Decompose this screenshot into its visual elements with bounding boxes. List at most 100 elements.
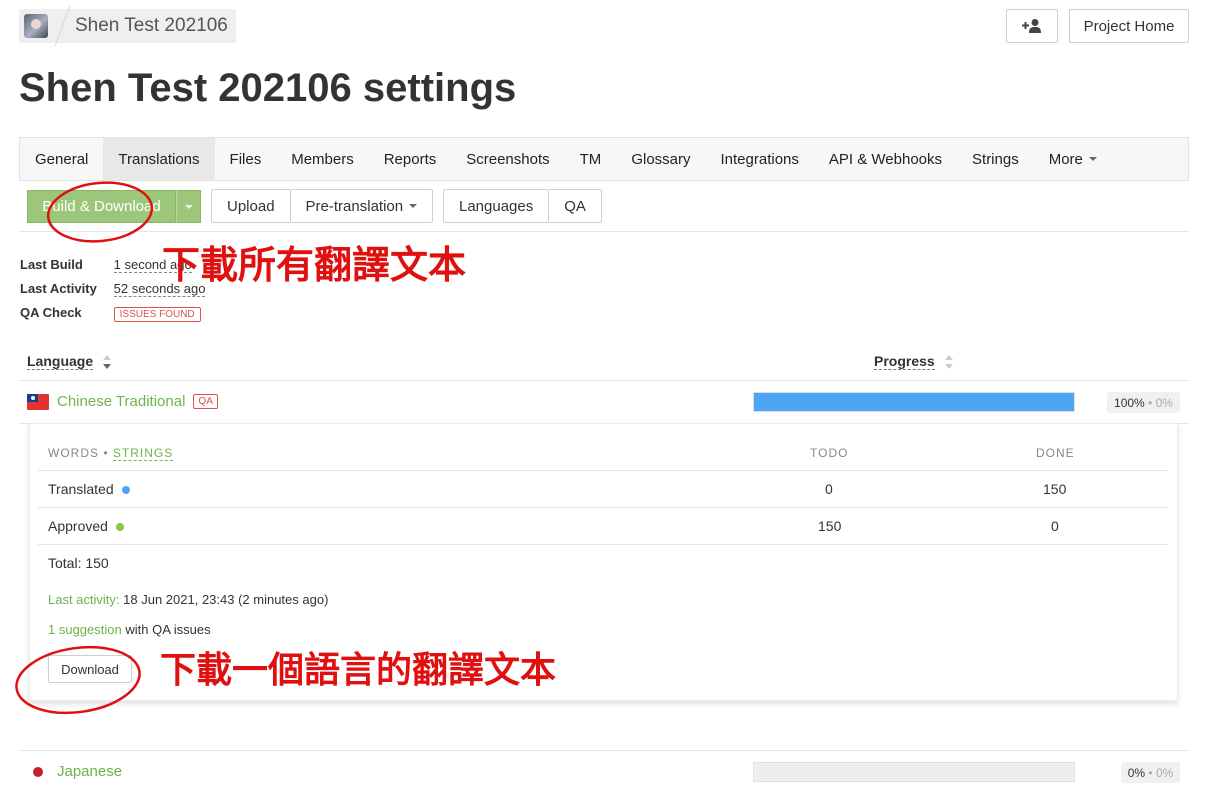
last-activity-label: Last Activity (20, 281, 97, 296)
tab-label: Files (229, 150, 262, 168)
progress-fill (754, 393, 1074, 411)
separator: • (1148, 765, 1153, 780)
caret-down-icon (184, 204, 193, 209)
qa-badge[interactable]: QA (193, 394, 218, 409)
tab-api-webhooks[interactable]: API & Webhooks (814, 138, 957, 180)
translated-todo: 0 (825, 481, 833, 497)
pretranslation-button[interactable]: Pre-translation (290, 189, 434, 223)
tab-more[interactable]: More (1034, 138, 1112, 180)
approved-todo: 150 (818, 518, 842, 534)
build-download-dropdown-toggle[interactable] (176, 190, 201, 223)
annotation-note-build: 下載所有翻譯文本 (162, 243, 466, 287)
language-link[interactable]: Japanese (57, 763, 122, 780)
approved-percent: 0% (1155, 395, 1173, 410)
translated-percent: 100% (1114, 395, 1145, 410)
breadcrumb: Shen Test 202106 (19, 6, 236, 46)
tab-label: Members (291, 150, 354, 168)
approved-percent: 0% (1155, 765, 1174, 780)
tab-strings[interactable]: Strings (957, 138, 1034, 180)
words-strings-toggle: WORDS • STRINGS (48, 446, 174, 461)
tab-integrations[interactable]: Integrations (706, 138, 814, 180)
person-plus-icon (1022, 19, 1041, 33)
green-dot-icon (115, 523, 124, 532)
build-download-group: Build & Download (27, 190, 201, 223)
divider (38, 507, 1168, 508)
page-title: Shen Test 202106 settings (19, 66, 517, 110)
tab-label: Translations (118, 150, 200, 168)
language-link[interactable]: Chinese Traditional (57, 393, 185, 410)
tab-label: Reports (383, 150, 437, 168)
qa-check-label: QA Check (20, 305, 82, 320)
progress-bar (753, 392, 1075, 412)
issues-found-badge[interactable]: ISSUES FOUND (113, 307, 201, 322)
language-detail-panel (29, 423, 1178, 701)
language-column-header[interactable]: Language (27, 353, 112, 370)
last-build-label: Last Build (20, 257, 83, 272)
languages-qa-group: Languages QA (443, 189, 602, 223)
language-header-label: Language (27, 353, 94, 370)
divider (38, 470, 1168, 471)
add-member-button[interactable] (1006, 9, 1058, 43)
qa-button[interactable]: QA (549, 189, 602, 223)
taiwan-flag-icon (27, 393, 49, 410)
translated-done: 150 (1043, 481, 1067, 497)
tab-label: General (35, 150, 89, 168)
percent-badge: 100% • 0% (1107, 392, 1180, 413)
tab-label: TM (579, 150, 602, 168)
tab-general[interactable]: General (20, 138, 103, 180)
language-row-chinese-traditional: Chinese Traditional QA (27, 393, 218, 410)
last-activity-detail-value: 18 Jun 2021, 23:43 (2 minutes ago) (123, 592, 329, 607)
language-row-japanese: Japanese (27, 763, 122, 780)
last-build-row: Last Build 1 second ago (20, 257, 192, 273)
approved-done: 0 (1051, 518, 1059, 534)
tab-label: Screenshots (466, 150, 550, 168)
tab-reports[interactable]: Reports (369, 138, 452, 180)
translated-percent: 0% (1127, 765, 1146, 780)
settings-tabs: General Translations Files Members Repor… (19, 137, 1189, 181)
upload-pretranslation-group: Upload Pre-translation (211, 189, 434, 223)
tab-label: API & Webhooks (828, 150, 943, 168)
breadcrumb-project-name[interactable]: Shen Test 202106 (75, 15, 228, 37)
suggestion-line: 1 suggestion with QA issues (48, 622, 211, 637)
japan-flag-icon (27, 764, 49, 780)
last-activity-detail-label: Last activity: (48, 592, 120, 607)
tab-screenshots[interactable]: Screenshots (451, 138, 564, 180)
last-activity-line: Last activity: 18 Jun 2021, 23:43 (2 min… (48, 592, 328, 607)
divider (19, 750, 1189, 751)
suggestion-text: with QA issues (125, 622, 211, 637)
last-build-value: 1 second ago (113, 257, 192, 273)
pretranslation-label: Pre-translation (305, 197, 404, 215)
sort-icon (944, 354, 953, 369)
tab-glossary[interactable]: Glossary (616, 138, 705, 180)
suggestion-link[interactable]: 1 suggestion (48, 622, 122, 637)
row-label: Approved (48, 518, 108, 534)
tab-translations[interactable]: Translations (103, 138, 215, 180)
caret-down-icon (409, 204, 418, 208)
total-label: Total: 150 (48, 555, 109, 571)
words-toggle[interactable]: WORDS (48, 446, 99, 460)
divider (38, 544, 1168, 545)
tab-label: Integrations (720, 150, 799, 168)
project-home-button[interactable]: Project Home (1069, 9, 1189, 43)
done-header: DONE (1036, 446, 1075, 460)
divider (19, 380, 1189, 381)
tab-label: Glossary (631, 150, 691, 168)
divider (19, 231, 1189, 232)
tab-files[interactable]: Files (215, 138, 277, 180)
languages-button[interactable]: Languages (443, 189, 550, 223)
progress-column-header[interactable]: Progress (874, 353, 953, 370)
tab-tm[interactable]: TM (565, 138, 617, 180)
build-download-button[interactable]: Build & Download (27, 190, 176, 223)
strings-toggle[interactable]: STRINGS (112, 446, 174, 461)
tab-label: More (1048, 150, 1083, 168)
download-language-button[interactable]: Download (48, 655, 132, 683)
tab-label: Strings (972, 150, 1019, 168)
percent-badge: 0% • 0% (1121, 762, 1180, 783)
project-avatar[interactable] (24, 14, 48, 38)
separator: • (1148, 395, 1153, 410)
last-activity-value: 52 seconds ago (113, 281, 206, 297)
breadcrumb-separator (54, 6, 71, 46)
tab-members[interactable]: Members (276, 138, 369, 180)
last-activity-row: Last Activity 52 seconds ago (20, 281, 206, 297)
upload-button[interactable]: Upload (211, 189, 291, 223)
